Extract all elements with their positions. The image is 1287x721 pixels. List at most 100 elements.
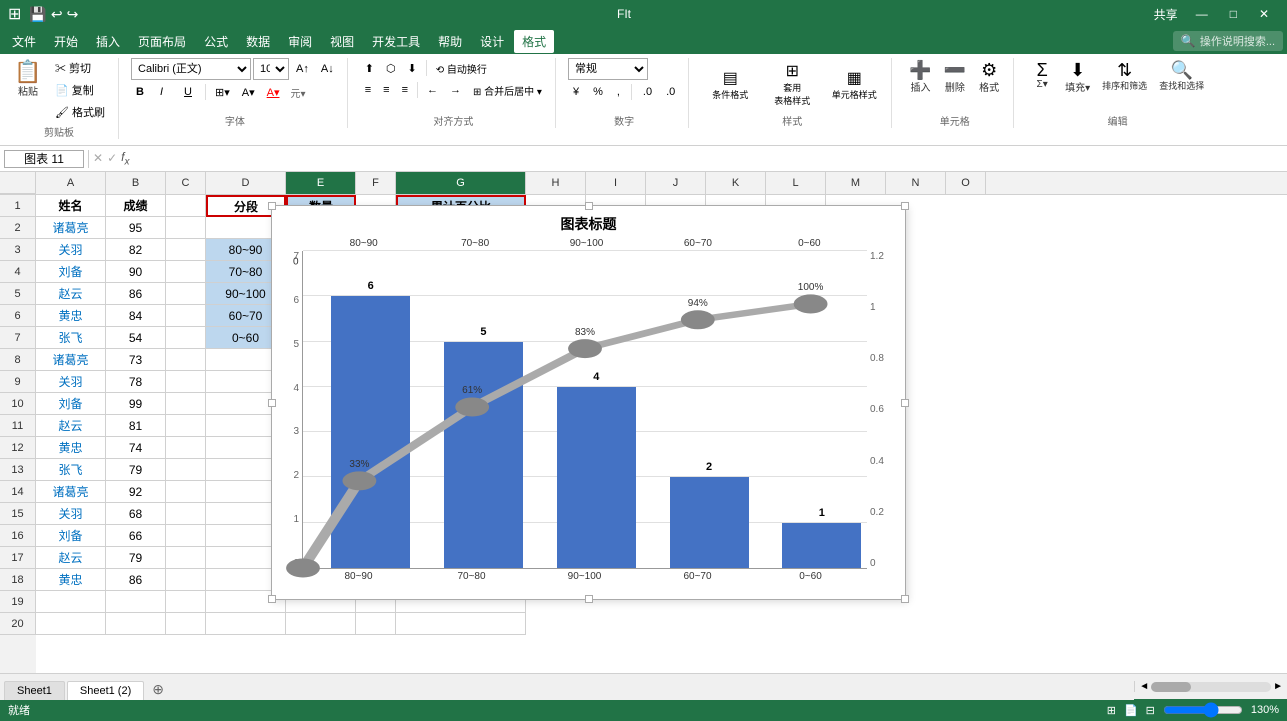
indent-dec-btn[interactable]: ←: [422, 80, 443, 100]
align-top-btn[interactable]: ⬆: [360, 58, 379, 78]
menu-format[interactable]: 格式: [514, 30, 554, 53]
align-right-btn[interactable]: ≡: [397, 80, 413, 100]
font-size-select[interactable]: 10: [253, 58, 289, 80]
cell-C5[interactable]: [166, 283, 206, 305]
cell-B18[interactable]: 86: [106, 569, 166, 591]
cell-C14[interactable]: [166, 481, 206, 503]
cell-C10[interactable]: [166, 393, 206, 415]
chart-container[interactable]: 图表标题 80~90 70~80 90~100 60~70 0~60 7: [271, 205, 906, 600]
align-left-btn[interactable]: ≡: [360, 80, 376, 100]
cell-C8[interactable]: [166, 349, 206, 371]
cell-B2[interactable]: 95: [106, 217, 166, 239]
formula-input[interactable]: [133, 151, 1283, 167]
sheet-tab-1[interactable]: Sheet1: [4, 681, 65, 700]
add-sheet-btn[interactable]: ⊕: [146, 679, 170, 700]
cell-A8[interactable]: 诸葛亮: [36, 349, 106, 371]
row-header-13[interactable]: 13: [0, 459, 36, 481]
table-style-btn[interactable]: ⊞ 套用 表格样式: [763, 58, 821, 110]
cell-B19[interactable]: [106, 591, 166, 613]
col-header-B[interactable]: B: [106, 172, 166, 194]
cell-G20[interactable]: [396, 613, 526, 635]
indent-inc-btn[interactable]: →: [445, 80, 466, 100]
border-btn[interactable]: ⊞▾: [210, 82, 235, 102]
cell-C2[interactable]: [166, 217, 206, 239]
row-header-20[interactable]: 20: [0, 613, 36, 635]
col-header-M[interactable]: M: [826, 172, 886, 194]
fill-color-btn[interactable]: A▾: [237, 82, 260, 102]
cell-B10[interactable]: 99: [106, 393, 166, 415]
cell-C6[interactable]: [166, 305, 206, 327]
cell-A20[interactable]: [36, 613, 106, 635]
scroll-left-btn[interactable]: ◄: [1139, 681, 1149, 692]
row-header-10[interactable]: 10: [0, 393, 36, 415]
cell-B11[interactable]: 81: [106, 415, 166, 437]
row-header-15[interactable]: 15: [0, 503, 36, 525]
bold-btn[interactable]: B: [131, 82, 153, 102]
cell-B8[interactable]: 73: [106, 349, 166, 371]
col-header-E[interactable]: E: [286, 172, 356, 194]
chart-handle-br[interactable]: [901, 595, 909, 603]
zoom-slider[interactable]: [1163, 702, 1243, 718]
cell-C9[interactable]: [166, 371, 206, 393]
underline-btn[interactable]: U: [179, 82, 201, 102]
cell-A7[interactable]: 张飞: [36, 327, 106, 349]
fill-btn[interactable]: ⬇ 填充▾: [1060, 58, 1095, 97]
currency-btn[interactable]: ¥: [568, 82, 584, 102]
menu-data[interactable]: 数据: [238, 30, 278, 53]
menu-insert[interactable]: 插入: [88, 30, 128, 53]
insert-function-icon[interactable]: fx: [121, 150, 129, 167]
col-header-N[interactable]: N: [886, 172, 946, 194]
cell-B7[interactable]: 54: [106, 327, 166, 349]
col-header-G[interactable]: G: [396, 172, 526, 194]
cell-B15[interactable]: 68: [106, 503, 166, 525]
col-header-D[interactable]: D: [206, 172, 286, 194]
sort-filter-btn[interactable]: ⇅ 排序和筛选: [1097, 58, 1152, 95]
delete-cells-btn[interactable]: ➖ 删除: [939, 58, 971, 97]
scroll-right-btn[interactable]: ►: [1273, 681, 1283, 692]
cell-A17[interactable]: 赵云: [36, 547, 106, 569]
paste-btn[interactable]: 📋 粘贴: [8, 58, 48, 101]
insert-cells-btn[interactable]: ➕ 插入: [904, 58, 936, 97]
cell-C3[interactable]: [166, 239, 206, 261]
cell-A11[interactable]: 赵云: [36, 415, 106, 437]
cell-A12[interactable]: 黄忠: [36, 437, 106, 459]
confirm-formula-icon[interactable]: ✓: [107, 151, 117, 165]
cell-A19[interactable]: [36, 591, 106, 613]
cell-B13[interactable]: 79: [106, 459, 166, 481]
cell-A14[interactable]: 诸葛亮: [36, 481, 106, 503]
font-grow-btn[interactable]: A↑: [291, 59, 314, 79]
cell-B5[interactable]: 86: [106, 283, 166, 305]
col-header-H[interactable]: H: [526, 172, 586, 194]
autosum-btn[interactable]: Σ Σ▾: [1026, 58, 1058, 93]
name-box[interactable]: [4, 150, 84, 168]
menu-help[interactable]: 帮助: [430, 30, 470, 53]
menu-view[interactable]: 视图: [322, 30, 362, 53]
row-header-17[interactable]: 17: [0, 547, 36, 569]
italic-btn[interactable]: I: [155, 82, 177, 102]
col-header-F[interactable]: F: [356, 172, 396, 194]
merge-btn[interactable]: ⊞ 合并后居中 ▾: [468, 80, 547, 100]
col-header-K[interactable]: K: [706, 172, 766, 194]
cell-B4[interactable]: 90: [106, 261, 166, 283]
cell-B3[interactable]: 82: [106, 239, 166, 261]
cell-A16[interactable]: 刘备: [36, 525, 106, 547]
cell-A1[interactable]: 姓名: [36, 195, 106, 217]
chart-handle-tm[interactable]: [585, 202, 593, 210]
cell-A13[interactable]: 张飞: [36, 459, 106, 481]
font-shrink-btn[interactable]: A↓: [316, 59, 339, 79]
format-painter-btn[interactable]: 🖌 格式刷: [50, 102, 110, 122]
cell-C13[interactable]: [166, 459, 206, 481]
comma-btn[interactable]: ,: [612, 82, 625, 102]
cell-B16[interactable]: 66: [106, 525, 166, 547]
format-cells-btn[interactable]: ⚙ 格式: [973, 58, 1005, 97]
cell-B17[interactable]: 79: [106, 547, 166, 569]
cell-B9[interactable]: 78: [106, 371, 166, 393]
chart-handle-mr[interactable]: [901, 399, 909, 407]
cell-A15[interactable]: 关羽: [36, 503, 106, 525]
window-controls[interactable]: — □ ✕: [1186, 5, 1279, 23]
decimal-dec-btn[interactable]: .0: [661, 82, 680, 102]
menu-review[interactable]: 审阅: [280, 30, 320, 53]
cell-B1[interactable]: 成绩: [106, 195, 166, 217]
cell-C4[interactable]: [166, 261, 206, 283]
col-header-A[interactable]: A: [36, 172, 106, 194]
